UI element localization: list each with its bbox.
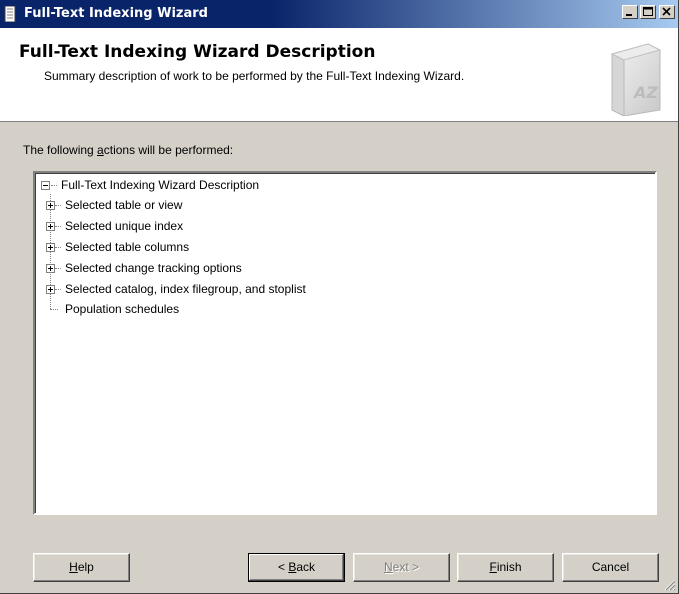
page-title: Full-Text Indexing Wizard Description — [19, 42, 376, 62]
wizard-window: Full-Text Indexing Wizard Full-Text Inde… — [0, 0, 679, 594]
book-az-icon: AZ — [610, 43, 662, 116]
finish-label: inish — [496, 560, 522, 574]
tree-item-label: Selected unique index — [65, 219, 184, 233]
finish-button[interactable]: Finish — [457, 553, 554, 582]
tree-connector — [55, 289, 61, 290]
maximize-button[interactable] — [640, 5, 656, 19]
finish-accel: F — [489, 560, 497, 574]
wizard-app-icon — [4, 6, 16, 22]
expand-icon[interactable] — [46, 264, 55, 273]
minimize-icon — [626, 14, 632, 16]
tree-item-change-tracking[interactable]: Selected change tracking options — [35, 259, 635, 277]
title-bar[interactable]: Full-Text Indexing Wizard — [0, 0, 678, 28]
next-label: ext > — [392, 560, 420, 574]
tree-connector — [55, 205, 61, 206]
actions-label-pre: The following — [23, 143, 98, 157]
collapse-icon[interactable] — [41, 181, 50, 190]
minimize-button[interactable] — [622, 5, 638, 19]
help-button[interactable]: Help — [33, 553, 130, 582]
tree-item-label: Selected table or view — [65, 198, 183, 212]
cancel-button[interactable]: Cancel — [562, 553, 659, 582]
back-button[interactable]: < Back — [248, 553, 345, 582]
resize-grip-icon[interactable] — [664, 579, 676, 591]
next-button[interactable]: Next > — [353, 553, 450, 582]
tree-item-columns[interactable]: Selected table columns — [35, 238, 635, 256]
tree-item-catalog[interactable]: Selected catalog, index filegroup, and s… — [35, 280, 635, 298]
tree-connector — [55, 247, 61, 248]
tree-item-unique-index[interactable]: Selected unique index — [35, 217, 635, 235]
close-icon — [662, 7, 671, 16]
tree-connector — [55, 268, 61, 269]
actions-label-post: ctions will be performed: — [103, 143, 234, 157]
expand-icon[interactable] — [46, 201, 55, 210]
actions-label: The following actions will be performed: — [23, 143, 233, 157]
tree-item-population-schedules[interactable]: Population schedules — [35, 300, 635, 318]
help-accel: H — [69, 560, 78, 574]
next-accel: N — [383, 560, 393, 574]
maximize-icon — [643, 7, 653, 16]
expand-icon[interactable] — [46, 243, 55, 252]
book-az-text: AZ — [632, 83, 658, 102]
page-subtitle: Summary description of work to be perfor… — [44, 69, 465, 83]
tree-item-label: Population schedules — [65, 302, 180, 316]
tree-root-row[interactable]: Full-Text Indexing Wizard Description — [35, 176, 635, 194]
tree-item-label: Selected catalog, index filegroup, and s… — [65, 282, 306, 296]
close-button[interactable] — [659, 5, 675, 19]
back-label: ack — [296, 560, 316, 574]
tree-item-label: Selected table columns — [65, 240, 190, 254]
expand-icon[interactable] — [46, 285, 55, 294]
tree-root-label: Full-Text Indexing Wizard Description — [61, 178, 260, 192]
help-label: elp — [77, 560, 94, 574]
tree-connector — [55, 226, 61, 227]
summary-tree[interactable]: Full-Text Indexing Wizard Description Se… — [33, 171, 657, 515]
expand-icon[interactable] — [46, 222, 55, 231]
back-prefix: < — [277, 560, 289, 574]
wizard-header: Full-Text Indexing Wizard Description Su… — [0, 28, 678, 122]
tree-item-label: Selected change tracking options — [65, 261, 242, 275]
window-title: Full-Text Indexing Wizard — [24, 6, 208, 21]
tree-item-table[interactable]: Selected table or view — [35, 196, 635, 214]
actions-label-accel: a — [97, 143, 104, 157]
